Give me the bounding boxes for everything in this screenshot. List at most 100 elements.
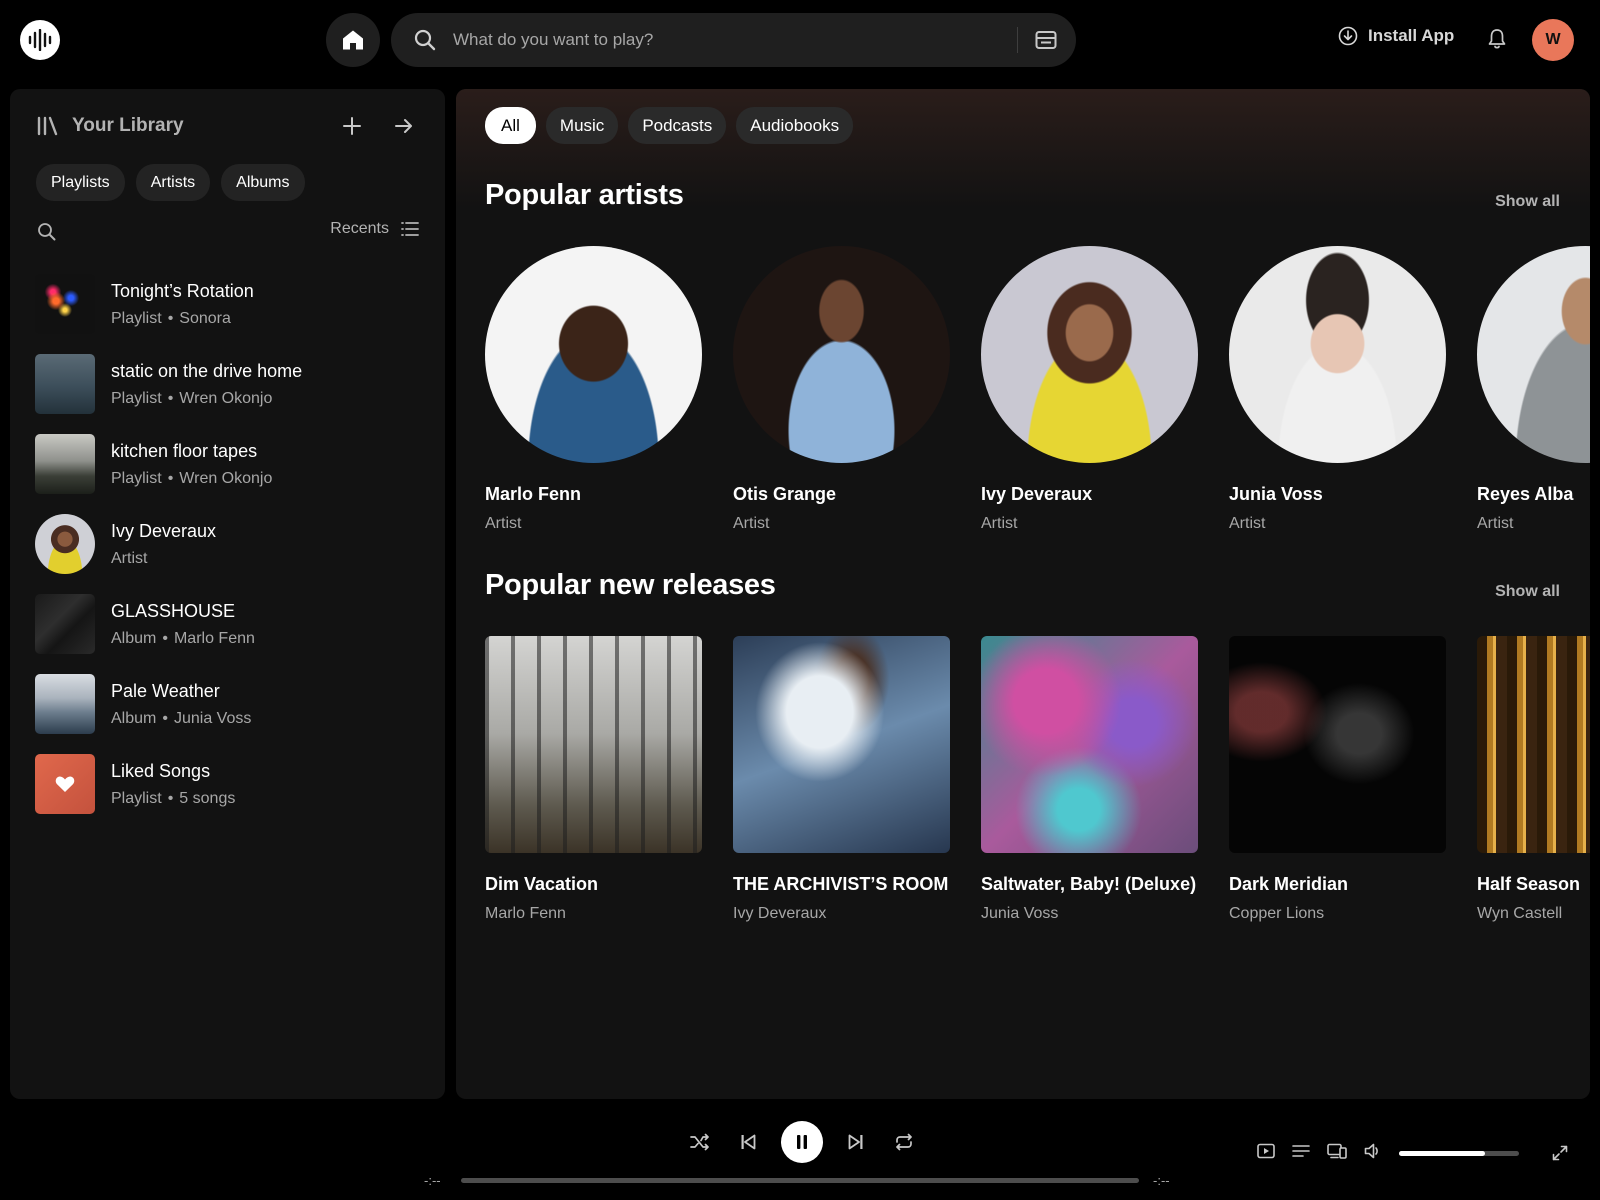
artist-name: Otis Grange [733,484,837,504]
previous-button[interactable] [724,1118,772,1166]
home-button[interactable] [326,13,380,67]
search-divider [1017,27,1018,53]
library-panel: Your Library Playlists Artists Albums Re… [10,89,445,1099]
sort-button[interactable]: Recents [330,220,419,238]
mute-button[interactable] [1364,1143,1382,1164]
browse-button[interactable] [1031,26,1061,54]
artist-name: Ivy Deveraux [981,484,1093,504]
notifications-button[interactable] [1487,28,1507,55]
item-title: Liked Songs [111,760,211,781]
chip-albums[interactable]: Albums [221,164,305,201]
list-item[interactable]: Pale Weather Album • Junia Voss [35,664,425,744]
artist-type: Artist [1229,515,1266,532]
shuffle-button[interactable] [676,1118,724,1166]
item-type: Album [111,709,157,727]
list-item[interactable]: Tonight’s Rotation Playlist • Sonora [35,264,425,344]
next-button[interactable] [832,1118,880,1166]
repeat-button[interactable] [880,1118,928,1166]
artist-card[interactable]: Ivy Deveraux Artist [981,246,1198,533]
section-title-popular-artists[interactable]: Popular artists [485,179,684,212]
library-filter-chips: Playlists Artists Albums [36,164,305,201]
item-title: Ivy Deveraux [111,520,217,541]
queue-button[interactable] [1292,1143,1310,1164]
section-title-new-releases[interactable]: Popular new releases [485,569,776,602]
item-title: Tonight’s Rotation [111,280,254,301]
volume-icon [1364,1143,1378,1159]
artist-card[interactable]: Junia Voss Artist [1229,246,1446,533]
artist-type: Artist [981,515,1018,532]
item-type: Album [111,629,157,647]
library-header[interactable]: Your Library [36,115,184,137]
item-title: static on the drive home [111,360,303,381]
browse-icon [1035,31,1057,49]
liked-songs-cover [35,754,95,814]
album-title: Dark Meridian [1229,874,1349,894]
total-time: -:-- [1153,1173,1170,1188]
pause-icon [797,1135,807,1149]
album-card[interactable]: Half Season Wyn Castell [1477,636,1590,923]
pause-button[interactable] [781,1121,823,1163]
artist-name: Marlo Fenn [485,484,582,504]
library-title: Your Library [72,115,184,136]
list-item[interactable]: static on the drive home Playlist • Wren O… [35,344,425,424]
album-card[interactable]: Saltwater, Baby! (Deluxe) Junia Voss [981,636,1198,923]
artist-image [485,246,702,463]
now-playing-view-button[interactable] [1257,1143,1275,1164]
volume-level [1399,1151,1486,1156]
app-logo-icon[interactable] [20,20,60,60]
album-artist: Ivy Deveraux [733,905,827,922]
search-bar [391,13,1076,67]
item-owner: Wren Okonjo [179,469,273,487]
artist-card[interactable]: Marlo Fenn Artist [485,246,702,533]
bell-icon [1488,29,1506,49]
progress-bar[interactable] [461,1178,1139,1183]
install-app-button[interactable]: Install App [1338,26,1454,46]
filter-all[interactable]: All [485,107,536,144]
album-card[interactable]: Dim Vacation Marlo Fenn [485,636,702,923]
volume-slider[interactable] [1399,1151,1519,1156]
user-avatar[interactable]: W [1532,19,1574,61]
expand-library-button[interactable] [395,118,413,139]
create-button[interactable] [343,117,361,140]
show-all-artists-link[interactable]: Show all [1495,193,1560,211]
list-item[interactable]: Liked Songs Playlist • 5 songs [35,744,425,824]
list-item[interactable]: GLASSHOUSE Album • Marlo Fenn [35,584,425,664]
artist-avatar [35,514,95,574]
search-icon[interactable] [413,28,437,52]
main-content: All Music Podcasts Audiobooks Popular ar… [456,89,1590,1099]
filter-audiobooks[interactable]: Audiobooks [736,107,854,144]
album-card[interactable]: THE ARCHIVIST’S ROOM Ivy Deveraux [733,636,950,923]
list-item[interactable]: Ivy Deveraux Artist [35,504,425,584]
artist-card[interactable]: Otis Grange Artist [733,246,950,533]
artist-card[interactable]: Reyes Alba Artist [1477,246,1590,533]
search-icon [38,223,56,241]
chip-playlists[interactable]: Playlists [36,164,125,201]
plus-icon [343,117,361,135]
show-all-releases-link[interactable]: Show all [1495,583,1560,601]
album-card[interactable]: Dark Meridian Copper Lions [1229,636,1446,923]
extra-controls [1257,1143,1519,1164]
item-owner: Sonora [179,309,231,327]
album-artist: Wyn Castell [1477,905,1563,922]
artist-image [981,246,1198,463]
search-input[interactable] [453,13,993,67]
artist-image [733,246,950,463]
album-title: Half Season [1477,874,1581,894]
album-artist: Marlo Fenn [485,905,566,922]
skip-back-icon [741,1134,756,1150]
album-cover [733,636,950,853]
download-icon [1338,26,1358,46]
fullscreen-button[interactable] [1552,1145,1568,1166]
connect-device-button[interactable] [1327,1143,1347,1164]
playlist-cover [35,354,95,414]
filter-music[interactable]: Music [545,107,619,144]
album-title: THE ARCHIVIST’S ROOM [733,874,949,894]
skip-forward-icon [848,1134,863,1150]
library-icon [37,116,58,136]
item-title: GLASSHOUSE [111,600,236,621]
artist-type: Artist [733,515,770,532]
list-item[interactable]: kitchen floor tapes Playlist • Wren Okonjo [35,424,425,504]
filter-podcasts[interactable]: Podcasts [628,107,727,144]
chip-artists[interactable]: Artists [135,164,211,201]
library-search-button[interactable] [37,222,56,246]
